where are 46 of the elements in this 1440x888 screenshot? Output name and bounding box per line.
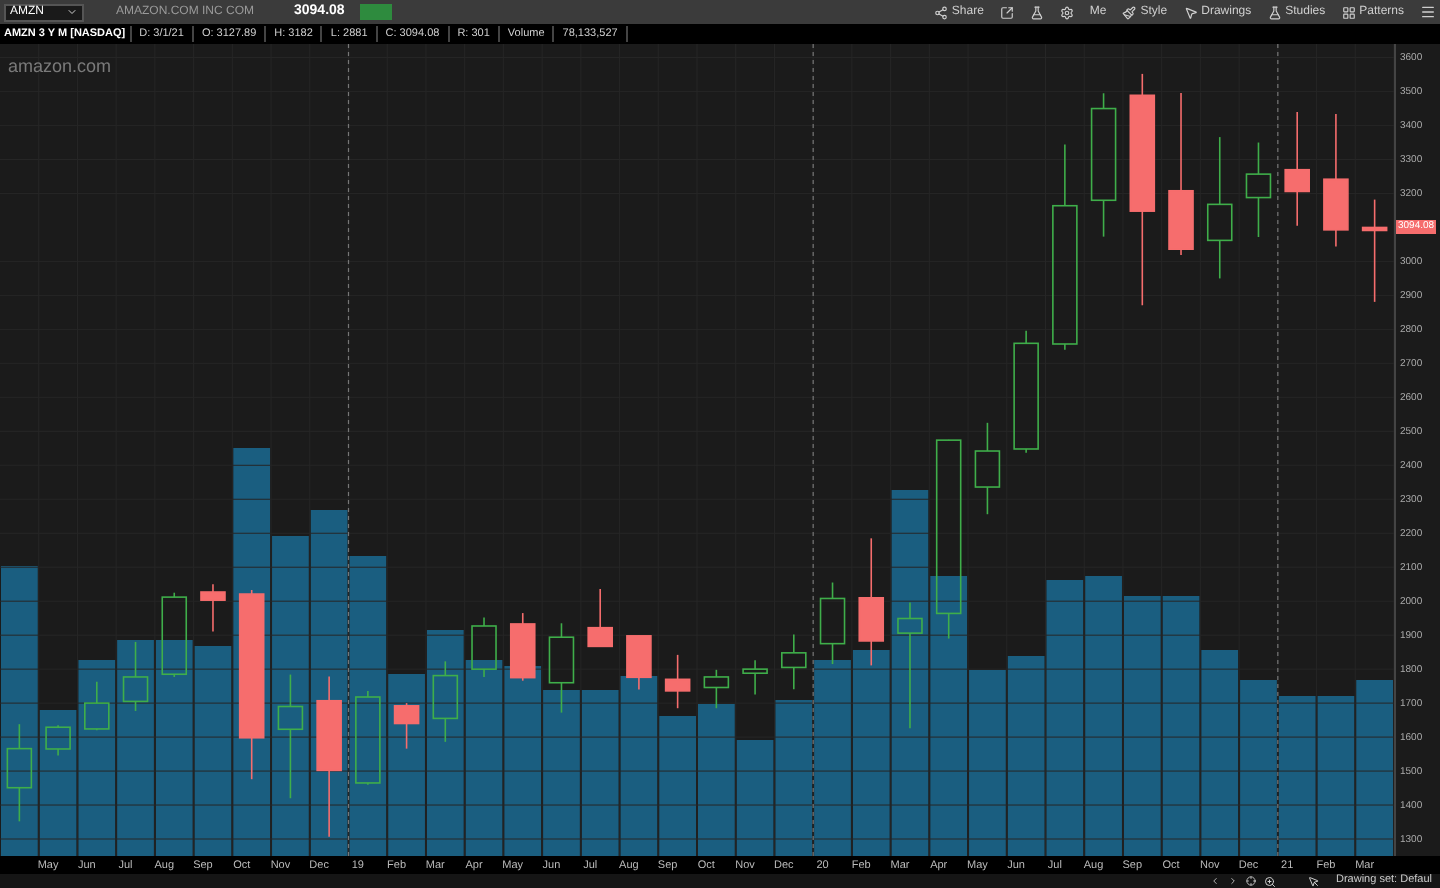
candle [1245, 141, 1272, 238]
candle [1284, 111, 1310, 227]
studies-icon [1267, 5, 1282, 19]
dropdown-icon[interactable] [66, 6, 78, 18]
scroll-left-icon[interactable] [1210, 876, 1220, 886]
zoom-icon[interactable] [1264, 875, 1276, 887]
flask-icon[interactable] [1029, 5, 1044, 19]
candle [122, 641, 149, 712]
candle [200, 583, 226, 633]
candle [1323, 113, 1349, 248]
candle [277, 673, 304, 800]
candle [897, 601, 923, 730]
candle [471, 616, 497, 678]
candle [548, 622, 575, 714]
candle [509, 612, 536, 682]
symbol-logo: amazon.com [8, 54, 112, 80]
candle [974, 422, 1001, 515]
candle [161, 591, 188, 678]
style-icon [1122, 5, 1137, 19]
cursor-icon[interactable] [1308, 875, 1320, 887]
crosshair-icon[interactable] [1246, 876, 1256, 886]
share-icon [933, 5, 948, 19]
candle [45, 724, 71, 757]
detach-icon[interactable] [999, 5, 1014, 19]
candle [742, 659, 768, 696]
drawings-icon [1183, 5, 1198, 19]
candle [355, 690, 381, 786]
candle [626, 634, 652, 691]
patterns-icon [1341, 5, 1356, 19]
candle [6, 723, 33, 823]
candle [1013, 329, 1039, 454]
candle [432, 660, 459, 743]
candle [1361, 198, 1388, 303]
candle [703, 669, 730, 709]
candle [664, 654, 691, 709]
candle [1206, 136, 1233, 280]
scroll-right-icon[interactable] [1228, 876, 1238, 886]
candle [84, 680, 110, 732]
settings-icon[interactable] [1059, 5, 1074, 19]
candle [858, 537, 885, 667]
candle [393, 702, 420, 750]
menu-icon[interactable] [1420, 4, 1436, 20]
candle [587, 588, 613, 648]
candle [819, 581, 846, 665]
mini-chart-icon [360, 4, 393, 20]
candle [781, 633, 807, 690]
